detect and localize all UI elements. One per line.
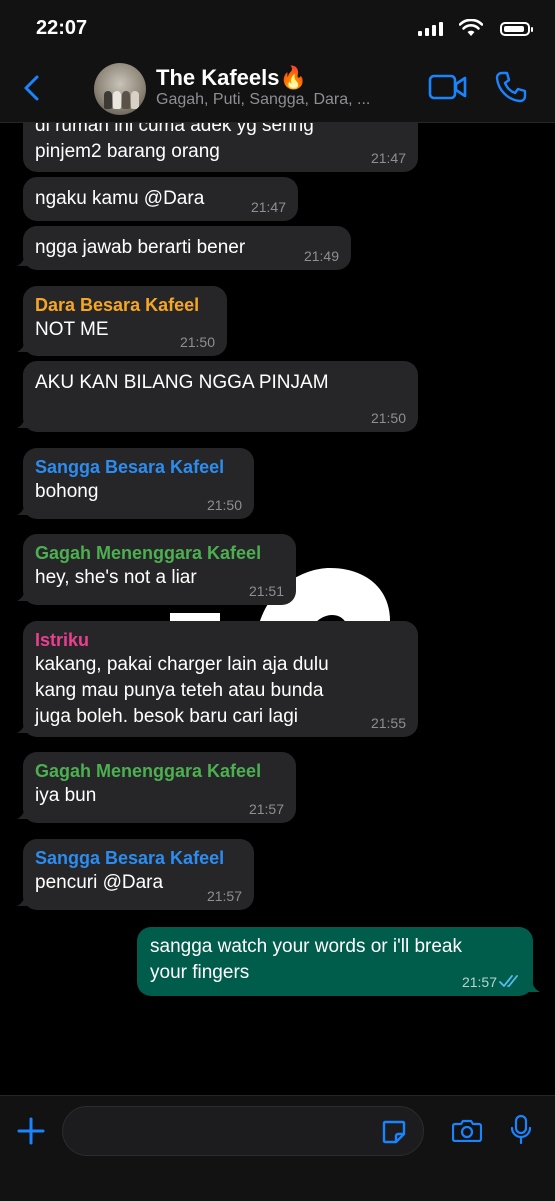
phone-icon[interactable]: [494, 70, 528, 104]
message-text: ngaku kamu @Dara: [35, 188, 205, 209]
message-time: 21:50: [206, 497, 242, 513]
sticker-icon[interactable]: [381, 1119, 407, 1145]
sender-name[interactable]: Sangga Besara Kafeel: [35, 846, 242, 870]
chat-members[interactable]: Gagah, Puti, Sangga, Dara, ...: [156, 91, 406, 109]
bubble-tail: [17, 414, 31, 428]
message-time: 21:47: [250, 199, 286, 215]
chat-title[interactable]: The Kafeels🔥: [156, 65, 307, 91]
message-bubble[interactable]: Istriku kakang, pakai charger lain aja d…: [17, 621, 418, 737]
message-input[interactable]: [81, 1119, 375, 1142]
sender-name[interactable]: Sangga Besara Kafeel: [35, 455, 242, 479]
plus-icon[interactable]: [16, 1116, 46, 1146]
message-time: 21:50: [179, 334, 215, 350]
message-bubble[interactable]: Gagah Menenggara Kafeel hey, she's not a…: [17, 534, 296, 605]
bubble-tail: [17, 719, 31, 733]
message-text: hey, she's not a liar: [35, 567, 197, 588]
message-list[interactable]: di rumah ini cuma adek yg sering pinjem2…: [0, 123, 555, 1095]
microphone-icon[interactable]: [510, 1114, 532, 1146]
message-bubble[interactable]: Dara Besara Kafeel NOT ME 21:50: [17, 286, 227, 356]
message-bubble[interactable]: Sangga Besara Kafeel bohong 21:50: [17, 448, 254, 519]
message-bubble[interactable]: AKU KAN BILANG NGGA PINJAM 21:50: [17, 361, 418, 432]
bubble-tail: [17, 338, 31, 352]
message-time: 21:57: [206, 888, 242, 904]
bubble-tail: [17, 892, 31, 906]
battery-icon: [500, 22, 533, 36]
message-time: 21:55: [370, 715, 406, 731]
message-bubble[interactable]: ngga jawab berarti bener 21:49: [17, 226, 351, 270]
bubble-tail: [17, 587, 31, 601]
chat-header: The Kafeels🔥 Gagah, Puti, Sangga, Dara, …: [0, 58, 555, 123]
outgoing-message-bubble[interactable]: sangga watch your words or i'll break yo…: [137, 927, 540, 996]
message-bubble[interactable]: Sangga Besara Kafeel pencuri @Dara 21:57: [17, 839, 254, 910]
status-bar: 22:07: [0, 0, 555, 58]
chevron-left-icon[interactable]: [18, 73, 48, 103]
wifi-icon: [459, 19, 483, 36]
bubble-tail: [17, 501, 31, 515]
read-receipt-icon: [499, 975, 518, 987]
camera-icon[interactable]: [452, 1118, 482, 1142]
message-bubble[interactable]: Gagah Menenggara Kafeel iya bun 21:57: [17, 752, 296, 823]
message-time: 21:57: [248, 801, 284, 817]
message-text: ngga jawab berarti bener: [35, 237, 246, 258]
message-bubble[interactable]: ngaku kamu @Dara 21:47: [23, 177, 298, 221]
message-bubble[interactable]: di rumah ini cuma adek yg sering pinjem2…: [23, 123, 418, 172]
message-time: 21:50: [370, 410, 406, 426]
group-avatar[interactable]: [94, 63, 146, 115]
message-time: 21:49: [303, 248, 339, 264]
message-time: 21:47: [370, 150, 406, 166]
bubble-tail: [17, 252, 31, 266]
bubble-tail: [526, 978, 540, 992]
message-text: di rumah ini cuma adek yg sering pinjem2…: [35, 123, 314, 162]
sender-name[interactable]: Istriku: [35, 628, 406, 652]
sender-name[interactable]: Dara Besara Kafeel: [35, 293, 215, 317]
message-text: iya bun: [35, 785, 97, 806]
message-input-field[interactable]: [62, 1106, 424, 1156]
cellular-signal-icon: [418, 22, 443, 36]
compose-bar: [0, 1095, 555, 1201]
bubble-tail: [17, 805, 31, 819]
status-time: 22:07: [36, 17, 88, 39]
sender-name[interactable]: Gagah Menenggara Kafeel: [35, 759, 284, 783]
message-time: 21:51: [248, 583, 284, 599]
message-text: AKU KAN BILANG NGGA PINJAM: [35, 372, 329, 393]
message-time: 21:57: [461, 974, 497, 990]
video-call-icon[interactable]: [428, 72, 468, 102]
message-text: kakang, pakai charger lain aja dulu kang…: [35, 654, 329, 727]
sender-name[interactable]: Gagah Menenggara Kafeel: [35, 541, 284, 565]
